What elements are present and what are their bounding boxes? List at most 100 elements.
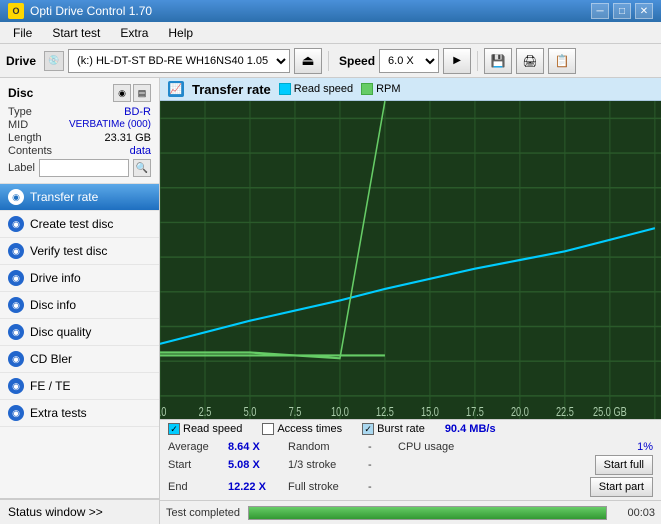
nav-transfer-rate[interactable]: ◉ Transfer rate	[0, 184, 159, 211]
legend-read-speed-label: Read speed	[294, 83, 353, 95]
main-layout: Disc ◉ ▤ Type BD-R MID VERBATIMe (000) L…	[0, 78, 661, 524]
drive-icon: 💿	[44, 51, 64, 71]
svg-text:17.5: 17.5	[466, 406, 484, 419]
info-button[interactable]: 📋	[548, 48, 576, 74]
chart-area: 18X 16X 14X 12X 10X 8X 6X 4X 2X 0.0 2.5 …	[160, 101, 661, 419]
menu-help[interactable]: Help	[159, 23, 202, 43]
nav-drive-info[interactable]: ◉ Drive info	[0, 265, 159, 292]
cpu-usage-value: 1%	[637, 441, 653, 453]
average-label: Average	[168, 441, 228, 453]
maximize-button[interactable]: □	[613, 3, 631, 19]
start-part-button[interactable]: Start part	[590, 477, 653, 497]
chart-legend-row: ✓ Read speed Access times ✓ Burst rate 9…	[160, 419, 661, 438]
chart-icon: 📈	[168, 81, 184, 97]
full-stroke-label: Full stroke	[288, 481, 368, 493]
type-label: Type	[8, 106, 32, 118]
status-window-label: Status window >>	[8, 505, 103, 519]
title-bar: O Opti Drive Control 1.70 ─ □ ✕	[0, 0, 661, 22]
nav-disc-quality[interactable]: ◉ Disc quality	[0, 319, 159, 346]
status-window-button[interactable]: Status window >>	[0, 499, 159, 524]
spin-up-button[interactable]: ▶	[443, 48, 471, 74]
settings-button[interactable]: 🖨	[516, 48, 544, 74]
drive-label: Drive	[6, 54, 36, 68]
read-speed-checkbox[interactable]: ✓ Read speed	[168, 423, 242, 435]
stroke-label: 1/3 stroke	[288, 459, 368, 471]
progress-bar	[248, 506, 607, 520]
legend-read-speed: Read speed	[279, 83, 353, 95]
start-full-button[interactable]: Start full	[595, 455, 653, 475]
svg-text:10.0: 10.0	[331, 406, 349, 419]
stats-row-3: End 12.22 X Full stroke - Start part	[168, 476, 653, 498]
legend-rpm: RPM	[361, 83, 400, 95]
verify-test-disc-icon: ◉	[8, 243, 24, 259]
status-text: Test completed	[166, 507, 240, 519]
drive-select[interactable]: (k:) HL-DT-ST BD-RE WH16NS40 1.05	[68, 49, 290, 73]
menu-start-test[interactable]: Start test	[43, 23, 109, 43]
burst-rate-check-label: Burst rate	[377, 423, 425, 435]
disc-quality-icon: ◉	[8, 324, 24, 340]
minimize-button[interactable]: ─	[591, 3, 609, 19]
stats-area: Average 8.64 X Random - CPU usage 1% Sta…	[160, 438, 661, 500]
divider	[328, 51, 329, 71]
nav-cd-bler[interactable]: ◉ CD Bler	[0, 346, 159, 373]
nav-verify-test-disc-label: Verify test disc	[30, 244, 107, 258]
disc-icon-1[interactable]: ◉	[113, 84, 131, 102]
menu-file[interactable]: File	[4, 23, 41, 43]
read-speed-color	[279, 83, 291, 95]
svg-text:12.5: 12.5	[376, 406, 394, 419]
disc-info-panel: Disc ◉ ▤ Type BD-R MID VERBATIMe (000) L…	[0, 78, 159, 184]
speed-label: Speed	[339, 54, 375, 68]
speed-select[interactable]: 6.0 X	[379, 49, 439, 73]
label-label: Label	[8, 162, 35, 174]
nav-disc-info[interactable]: ◉ Disc info	[0, 292, 159, 319]
read-speed-check-box: ✓	[168, 423, 180, 435]
svg-text:5.0: 5.0	[244, 406, 257, 419]
contents-label: Contents	[8, 145, 52, 157]
menu-extra[interactable]: Extra	[111, 23, 157, 43]
access-times-check-box	[262, 423, 274, 435]
toolbar: Drive 💿 (k:) HL-DT-ST BD-RE WH16NS40 1.0…	[0, 44, 661, 78]
chart-header: 📈 Transfer rate Read speed RPM	[160, 78, 661, 101]
nav-create-test-disc[interactable]: ◉ Create test disc	[0, 211, 159, 238]
nav-extra-tests[interactable]: ◉ Extra tests	[0, 400, 159, 427]
svg-text:25.0 GB: 25.0 GB	[593, 406, 627, 419]
full-stroke-value: -	[368, 481, 398, 493]
fe-te-icon: ◉	[8, 378, 24, 394]
contents-value: data	[130, 145, 151, 157]
nav-fe-te[interactable]: ◉ FE / TE	[0, 373, 159, 400]
eject-button[interactable]: ⏏	[294, 48, 322, 74]
start-label: Start	[168, 459, 228, 471]
burst-rate-value: 90.4 MB/s	[445, 423, 496, 435]
read-speed-check-label: Read speed	[183, 423, 242, 435]
disc-icons: ◉ ▤	[113, 84, 151, 102]
window-controls: ─ □ ✕	[591, 3, 653, 19]
end-value: 12.22 X	[228, 481, 288, 493]
mid-value: VERBATIMe (000)	[69, 119, 151, 131]
time-label: 00:03	[615, 507, 655, 519]
sidebar: Disc ◉ ▤ Type BD-R MID VERBATIMe (000) L…	[0, 78, 160, 524]
access-times-checkbox[interactable]: Access times	[262, 423, 342, 435]
cpu-usage-label: CPU usage	[398, 441, 637, 453]
chart-title: Transfer rate	[192, 82, 271, 97]
svg-text:2.5: 2.5	[199, 406, 212, 419]
save-button[interactable]: 💾	[484, 48, 512, 74]
content-area: 📈 Transfer rate Read speed RPM	[160, 78, 661, 524]
nav-verify-test-disc[interactable]: ◉ Verify test disc	[0, 238, 159, 265]
nav-drive-info-label: Drive info	[30, 271, 81, 285]
extra-tests-icon: ◉	[8, 405, 24, 421]
disc-title: Disc	[8, 86, 33, 100]
chart-svg: 18X 16X 14X 12X 10X 8X 6X 4X 2X 0.0 2.5 …	[160, 101, 661, 419]
svg-text:22.5: 22.5	[556, 406, 574, 419]
burst-rate-checkbox[interactable]: ✓ Burst rate	[362, 423, 425, 435]
average-value: 8.64 X	[228, 441, 288, 453]
rpm-color	[361, 83, 373, 95]
label-input[interactable]	[39, 159, 129, 177]
close-button[interactable]: ✕	[635, 3, 653, 19]
app-title: Opti Drive Control 1.70	[30, 4, 152, 18]
nav-disc-info-label: Disc info	[30, 298, 76, 312]
label-button[interactable]: 🔍	[133, 159, 151, 177]
cd-bler-icon: ◉	[8, 351, 24, 367]
disc-icon-2[interactable]: ▤	[133, 84, 151, 102]
random-value: -	[368, 441, 398, 453]
end-label: End	[168, 481, 228, 493]
